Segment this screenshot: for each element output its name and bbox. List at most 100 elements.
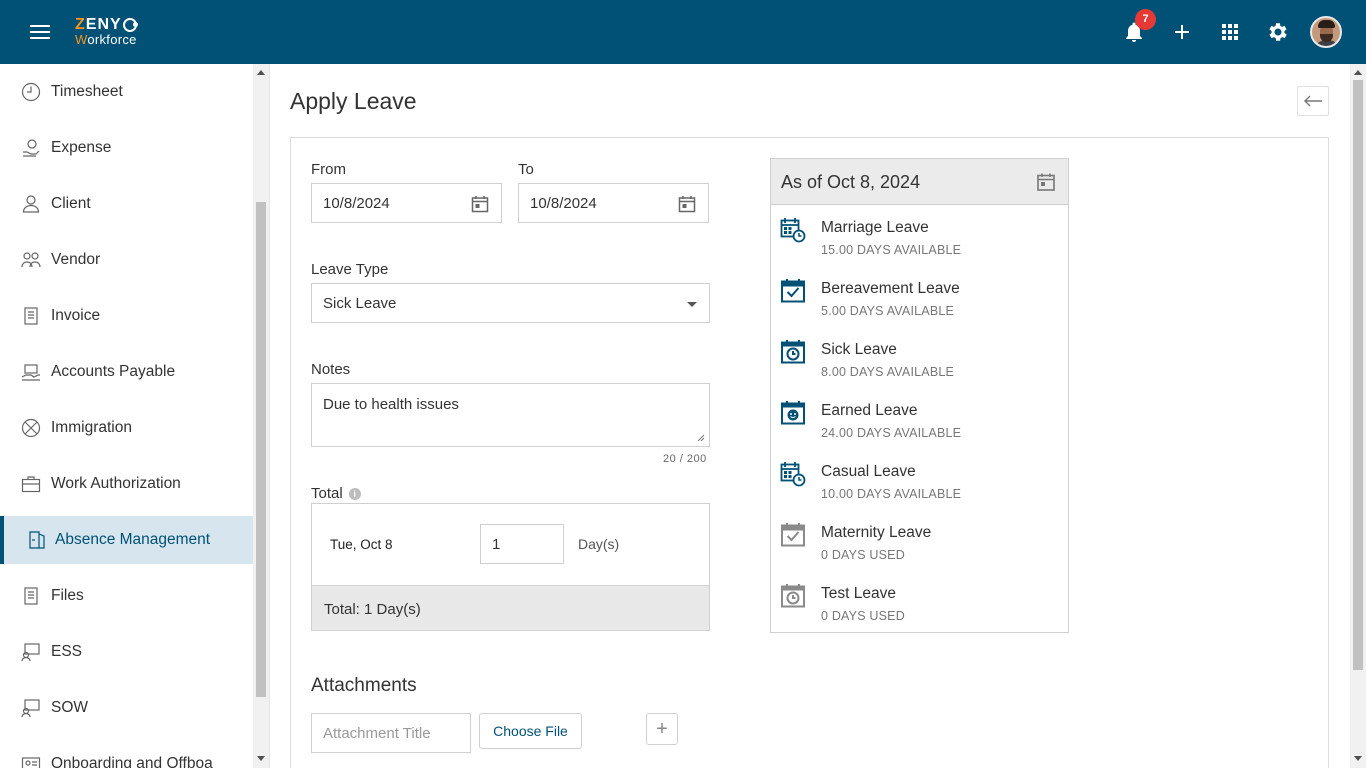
as-of-date: As of Oct 8, 2024: [781, 172, 921, 192]
leave-value: 10.00 DAYS AVAILABLE: [821, 487, 962, 501]
sidebar-item-label: Expense: [51, 139, 112, 156]
sidebar-item-work-authorization[interactable]: Work Authorization: [0, 460, 253, 508]
leave-item-sick: Sick Leave 8.00 DAYS AVAILABLE: [771, 337, 1068, 395]
leave-value: 0 DAYS USED: [821, 548, 905, 562]
leave-name: Bereavement Leave: [821, 280, 960, 297]
sidebar-item-onboarding[interactable]: Onboarding and Offboa: [0, 740, 253, 768]
calendar-alarm-icon: [781, 584, 805, 608]
notes-label: Notes: [311, 361, 351, 378]
sidebar-item-timesheet[interactable]: Timesheet: [0, 68, 253, 116]
id-card-icon: [21, 757, 41, 768]
sidebar-item-accounts-payable[interactable]: Accounts Payable: [0, 348, 253, 396]
sidebar-item-label: Invoice: [51, 307, 101, 324]
sidebar-item-vendor[interactable]: Vendor: [0, 236, 253, 284]
main-scrollbar[interactable]: [1350, 64, 1366, 768]
monitor-people-icon: [21, 643, 40, 662]
sidebar-item-client[interactable]: Client: [0, 180, 253, 228]
days-value: 1: [492, 535, 501, 553]
sidebar-item-label: ESS: [51, 643, 83, 660]
app-logo[interactable]: Z ENY Workforce: [75, 16, 138, 47]
sidebar-item-invoice[interactable]: Invoice: [0, 292, 253, 340]
notification-badge: 7: [1135, 9, 1156, 30]
attachment-title-input[interactable]: Attachment Title: [311, 713, 471, 753]
leave-balance-panel: As of Oct 8, 2024 Marriage Leave 15.00 D…: [770, 158, 1069, 633]
sidebar-item-label: Client: [51, 195, 91, 212]
leave-type-label: Leave Type: [311, 261, 389, 278]
user-avatar[interactable]: [1310, 16, 1342, 48]
to-label: To: [518, 161, 534, 178]
leave-item-earned: Earned Leave 24.00 DAYS AVAILABLE: [771, 398, 1068, 456]
leave-value: 0 DAYS USED: [821, 609, 905, 623]
sidebar-item-immigration[interactable]: Immigration: [0, 404, 253, 452]
sidebar-item-label: SOW: [51, 699, 89, 716]
door-exit-icon: [29, 531, 45, 549]
sidebar-item-absence-management[interactable]: Absence Management: [0, 516, 253, 564]
leave-item-maternity: Maternity Leave 0 DAYS USED: [771, 520, 1068, 578]
sidebar-item-expense[interactable]: Expense: [0, 124, 253, 172]
from-label: From: [311, 161, 346, 178]
divider: [269, 64, 270, 768]
handshake-icon: [21, 364, 40, 381]
to-date-field[interactable]: 10/8/2024: [518, 183, 709, 223]
person-icon: [22, 195, 40, 213]
back-button[interactable]: [1297, 86, 1329, 116]
sidebar: Timesheet Expense Client Vendor Invoice …: [0, 64, 253, 768]
leave-value: 5.00 DAYS AVAILABLE: [821, 304, 955, 318]
calendar-icon[interactable]: [1036, 172, 1056, 192]
apps-grid-icon[interactable]: [1218, 20, 1242, 44]
plus-icon[interactable]: [1170, 20, 1194, 44]
gear-icon[interactable]: [1266, 20, 1290, 44]
sidebar-item-label: Accounts Payable: [51, 363, 176, 380]
notes-textarea[interactable]: Due to health issues: [311, 383, 710, 447]
to-date-value: 10/8/2024: [530, 194, 597, 212]
leave-name: Maternity Leave: [821, 524, 932, 541]
attachments-heading: Attachments: [311, 675, 417, 696]
resize-handle-icon[interactable]: [697, 434, 705, 442]
total-label: Total: [311, 485, 343, 502]
calendar-icon[interactable]: [471, 195, 489, 213]
sidebar-item-files[interactable]: Files: [0, 572, 253, 620]
calendar-alarm-icon: [781, 340, 805, 364]
total-footer: Total: 1 Day(s): [312, 585, 709, 630]
logo-mark: Z: [75, 16, 86, 33]
people-icon: [21, 252, 41, 268]
menu-icon[interactable]: [30, 25, 50, 41]
choose-file-button[interactable]: Choose File: [479, 713, 582, 749]
days-unit: Day(s): [578, 536, 620, 552]
leave-type-select[interactable]: Sick Leave: [311, 283, 710, 323]
leave-name: Sick Leave: [821, 341, 897, 358]
leave-item-casual: Casual Leave 10.00 DAYS AVAILABLE: [771, 459, 1068, 517]
files-icon: [24, 587, 38, 605]
from-date-field[interactable]: 10/8/2024: [311, 183, 502, 223]
sidebar-item-label: Vendor: [51, 251, 101, 268]
notes-value: Due to health issues: [323, 396, 459, 413]
calendar-icon[interactable]: [678, 195, 696, 213]
sidebar-item-label: Timesheet: [51, 83, 123, 100]
sidebar-item-sow[interactable]: SOW: [0, 684, 253, 732]
leave-value: 15.00 DAYS AVAILABLE: [821, 243, 962, 257]
leave-name: Earned Leave: [821, 402, 918, 419]
notes-counter: 20 / 200: [663, 453, 707, 465]
leave-name: Marriage Leave: [821, 219, 929, 236]
leave-name: Casual Leave: [821, 463, 916, 480]
calendar-clock-icon: [780, 218, 806, 243]
total-row: Tue, Oct 8 1 Day(s): [312, 504, 709, 585]
sidebar-item-ess[interactable]: ESS: [0, 628, 253, 676]
clock-icon: [21, 82, 41, 102]
add-attachment-button[interactable]: +: [646, 713, 678, 745]
days-input[interactable]: 1: [480, 524, 564, 564]
leave-item-marriage: Marriage Leave 15.00 DAYS AVAILABLE: [771, 215, 1068, 273]
leave-value: 24.00 DAYS AVAILABLE: [821, 426, 962, 440]
leave-item-test: Test Leave 0 DAYS USED: [771, 581, 1068, 639]
arrow-left-icon: [1304, 95, 1322, 107]
page-title: Apply Leave: [290, 88, 417, 114]
info-icon[interactable]: i: [348, 488, 361, 501]
total-label-row: Total i: [311, 485, 361, 502]
sidebar-item-label: Onboarding and Offboa: [51, 755, 213, 768]
monitor-people-icon: [21, 699, 40, 718]
total-box: Tue, Oct 8 1 Day(s) Total: 1 Day(s): [311, 503, 710, 631]
sidebar-scrollbar[interactable]: [253, 64, 269, 768]
calendar-smile-icon: [781, 401, 805, 425]
logo-text: ENY: [85, 16, 122, 33]
calendar-check-icon: [781, 523, 805, 547]
